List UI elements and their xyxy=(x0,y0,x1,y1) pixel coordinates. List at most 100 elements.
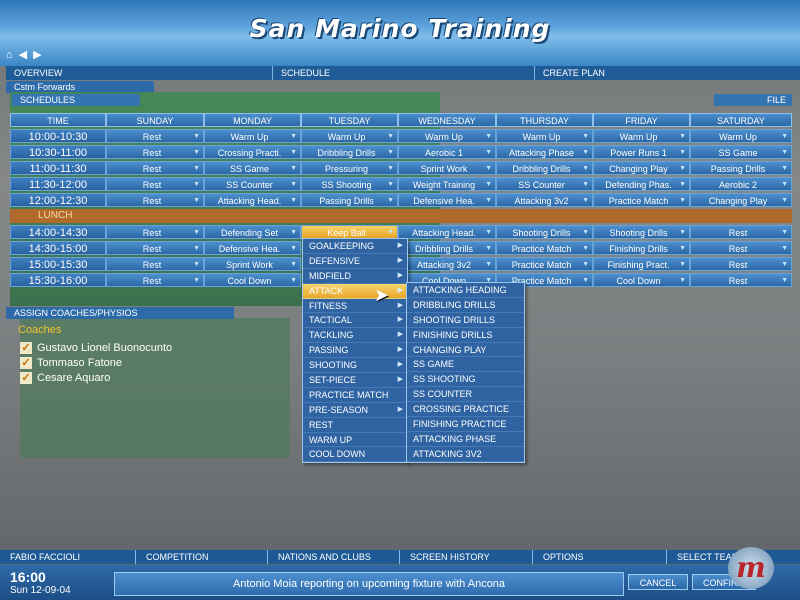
session-dropdown[interactable]: SS Game ▼ xyxy=(204,161,301,175)
menu-item-passing[interactable]: PASSING ▶ xyxy=(303,343,407,359)
menu-item-warm-up[interactable]: WARM UP xyxy=(303,433,407,448)
submenu-item-attacking-phase[interactable]: ATTACKING PHASE xyxy=(407,432,524,447)
session-dropdown[interactable]: Defensive Hea. ▼ xyxy=(204,241,301,255)
session-dropdown[interactable]: Cool Down ▼ xyxy=(204,273,301,287)
session-dropdown[interactable]: Rest ▼ xyxy=(106,273,204,287)
session-dropdown[interactable]: Weight Training ▼ xyxy=(398,177,496,191)
session-dropdown[interactable]: Warm Up ▼ xyxy=(690,129,792,143)
coach-row[interactable]: ✓ Tommaso Fatone xyxy=(20,355,122,370)
session-dropdown[interactable]: SS Counter ▼ xyxy=(496,177,593,191)
tab-manager[interactable]: FABIO FACCIOLI xyxy=(0,550,135,564)
session-dropdown[interactable]: Warm Up ▼ xyxy=(398,129,496,143)
home-icon[interactable]: ⌂ xyxy=(6,48,13,62)
submenu-item-crossing-practice[interactable]: CROSSING PRACTICE xyxy=(407,402,524,418)
tab-options[interactable]: OPTIONS xyxy=(532,550,666,564)
session-dropdown[interactable]: Crossing Practi. ▼ xyxy=(204,145,301,159)
session-dropdown[interactable]: Sprint Work ▼ xyxy=(204,257,301,271)
submenu-item-changing-play[interactable]: CHANGING PLAY xyxy=(407,343,524,358)
session-dropdown[interactable]: SS Game ▼ xyxy=(690,145,792,159)
session-dropdown[interactable]: Pressuring ▼ xyxy=(301,161,398,175)
tab-create-plan[interactable]: CREATE PLAN xyxy=(534,66,800,80)
session-dropdown[interactable]: Practice Match ▼ xyxy=(593,193,690,207)
coach-row[interactable]: ✓ Gustavo Lionel Buonocunto xyxy=(20,340,172,355)
menu-item-rest[interactable]: REST xyxy=(303,418,407,433)
session-dropdown[interactable]: Defending Set ▼ xyxy=(204,225,301,239)
submenu-item-finishing-practice[interactable]: FINISHING PRACTICE xyxy=(407,417,524,432)
session-dropdown[interactable]: Changing Play ▼ xyxy=(593,161,690,175)
submenu-item-ss-counter[interactable]: SS COUNTER xyxy=(407,387,524,403)
session-dropdown[interactable]: Rest ▼ xyxy=(106,177,204,191)
session-dropdown[interactable]: Practice Match ▼ xyxy=(496,241,593,255)
session-dropdown[interactable]: Rest ▼ xyxy=(690,257,792,271)
checkbox-checked-icon[interactable]: ✓ xyxy=(20,371,32,384)
session-dropdown[interactable]: Practice Match ▼ xyxy=(496,257,593,271)
session-dropdown[interactable]: Power Runs 1 ▼ xyxy=(593,145,690,159)
session-dropdown[interactable]: Rest ▼ xyxy=(106,241,204,255)
session-dropdown[interactable]: SS Shooting ▼ xyxy=(301,177,398,191)
tab-screen-history[interactable]: SCREEN HISTORY xyxy=(399,550,532,564)
coach-row[interactable]: ✓ Cesare Aquaro xyxy=(20,370,110,385)
session-dropdown[interactable]: Aerobic 1 ▼ xyxy=(398,145,496,159)
submenu-item-dribbling-drills[interactable]: DRIBBLING DRILLS xyxy=(407,298,524,313)
session-dropdown[interactable]: Dribbling Drills ▼ xyxy=(496,161,593,175)
session-dropdown[interactable]: Keep Ball ▼ xyxy=(301,225,398,239)
submenu-item-ss-game[interactable]: SS GAME xyxy=(407,357,524,373)
session-dropdown[interactable]: Rest ▼ xyxy=(106,225,204,239)
menu-item-tackling[interactable]: TACKLING ▶ xyxy=(303,328,407,344)
session-dropdown[interactable]: SS Counter ▼ xyxy=(204,177,301,191)
file-menu-button[interactable]: FILE xyxy=(714,94,792,106)
menu-item-shooting[interactable]: SHOOTING ▶ xyxy=(303,358,407,374)
tab-competition[interactable]: COMPETITION xyxy=(135,550,267,564)
checkbox-checked-icon[interactable]: ✓ xyxy=(20,341,32,354)
tab-nations-and-clubs[interactable]: NATIONS AND CLUBS xyxy=(267,550,399,564)
menu-item-pre-season[interactable]: PRE-SEASON ▶ xyxy=(303,403,407,418)
tab-schedule[interactable]: SCHEDULE xyxy=(272,66,534,80)
menu-item-set-piece[interactable]: SET-PIECE ▶ xyxy=(303,373,407,388)
session-dropdown[interactable]: Sprint Work ▼ xyxy=(398,161,496,175)
session-dropdown[interactable]: Warm Up ▼ xyxy=(593,129,690,143)
forward-arrow-icon[interactable]: ▶ xyxy=(33,48,41,62)
session-dropdown[interactable]: Shooting Drills ▼ xyxy=(593,225,690,239)
back-arrow-icon[interactable]: ◀ xyxy=(19,48,27,62)
session-dropdown[interactable]: Aerobic 2 ▼ xyxy=(690,177,792,191)
submenu-item-ss-shooting[interactable]: SS SHOOTING xyxy=(407,372,524,388)
submenu-item-shooting-drills[interactable]: SHOOTING DRILLS xyxy=(407,313,524,328)
menu-item-attack[interactable]: ATTACK ▶ xyxy=(303,283,407,299)
session-dropdown[interactable]: Rest ▼ xyxy=(106,193,204,207)
menu-item-midfield[interactable]: MIDFIELD ▶ xyxy=(303,269,407,284)
session-dropdown[interactable]: Finishing Pract. ▼ xyxy=(593,257,690,271)
session-dropdown[interactable]: Attacking Phase ▼ xyxy=(496,145,593,159)
menu-item-cool-down[interactable]: COOL DOWN xyxy=(303,447,407,463)
session-dropdown[interactable]: Rest ▼ xyxy=(690,241,792,255)
session-dropdown[interactable]: Attacking Head. ▼ xyxy=(204,193,301,207)
session-dropdown[interactable]: Defensive Hea. ▼ xyxy=(398,193,496,207)
session-dropdown[interactable]: Attacking Head. ▼ xyxy=(398,225,496,239)
session-dropdown[interactable]: Passing Drills ▼ xyxy=(690,161,792,175)
menu-item-tactical[interactable]: TACTICAL ▶ xyxy=(303,313,407,329)
news-ticker[interactable]: Antonio Moia reporting on upcoming fixtu… xyxy=(114,572,624,596)
menu-item-practice-match[interactable]: PRACTICE MATCH xyxy=(303,388,407,403)
menu-item-fitness[interactable]: FITNESS ▶ xyxy=(303,299,407,314)
session-dropdown[interactable]: Finishing Drills ▼ xyxy=(593,241,690,255)
session-dropdown[interactable]: Warm Up ▼ xyxy=(496,129,593,143)
session-dropdown[interactable]: Cool Down ▼ xyxy=(593,273,690,287)
submenu-item-attacking-3v2[interactable]: ATTACKING 3V2 xyxy=(407,447,524,462)
menu-item-defensive[interactable]: DEFENSIVE ▶ xyxy=(303,254,407,269)
session-dropdown[interactable]: Dribbling Drills ▼ xyxy=(301,145,398,159)
checkbox-checked-icon[interactable]: ✓ xyxy=(20,356,32,369)
session-dropdown[interactable]: Attacking 3v2 ▼ xyxy=(398,257,496,271)
session-dropdown[interactable]: Rest ▼ xyxy=(106,257,204,271)
submenu-item-finishing-drills[interactable]: FINISHING DRILLS xyxy=(407,328,524,343)
session-dropdown[interactable]: Defending Phas. ▼ xyxy=(593,177,690,191)
session-dropdown[interactable]: Rest ▼ xyxy=(106,129,204,143)
session-dropdown[interactable]: Rest ▼ xyxy=(690,225,792,239)
cancel-button[interactable]: CANCEL xyxy=(628,574,688,590)
session-dropdown[interactable]: Rest ▼ xyxy=(106,161,204,175)
session-dropdown[interactable]: Passing Drills ▼ xyxy=(301,193,398,207)
tab-overview[interactable]: OVERVIEW xyxy=(6,66,272,80)
session-dropdown[interactable]: Warm Up ▼ xyxy=(204,129,301,143)
session-dropdown[interactable]: Rest ▼ xyxy=(690,273,792,287)
session-dropdown[interactable]: Changing Play ▼ xyxy=(690,193,792,207)
submenu-item-attacking-heading[interactable]: ATTACKING HEADING xyxy=(407,283,524,298)
menu-item-goalkeeping[interactable]: GOALKEEPING ▶ xyxy=(303,239,407,254)
